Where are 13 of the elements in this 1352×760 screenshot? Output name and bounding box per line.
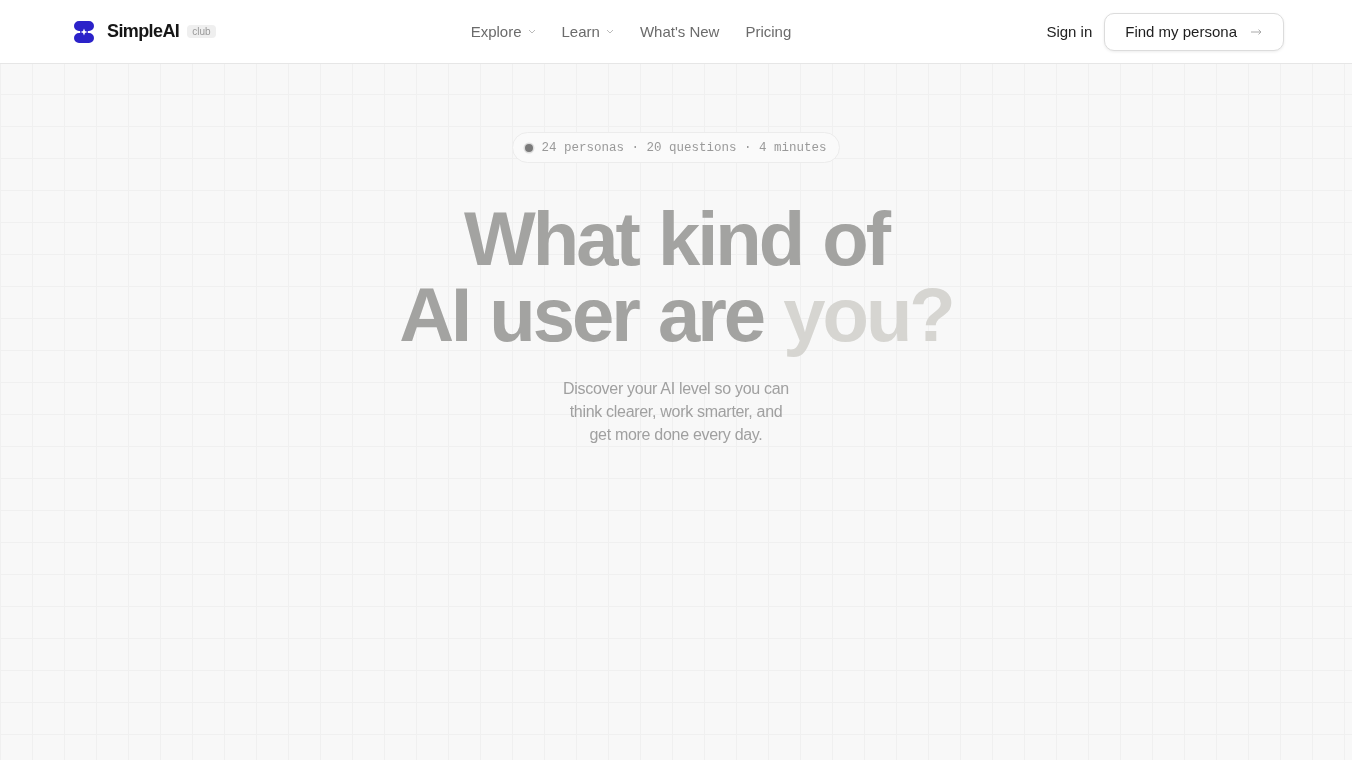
logo-icon[interactable] [74, 20, 94, 43]
sign-in-link[interactable]: Sign in [1046, 23, 1093, 40]
info-pill-text: 24 personas · 20 questions · 4 minutes [541, 140, 827, 155]
nav-link[interactable]: Pricing [745, 23, 792, 40]
nav-link[interactable]: What's New [639, 23, 720, 40]
arrow-icon [1251, 28, 1262, 35]
nav-link[interactable]: Explore [470, 23, 536, 40]
find-persona-button[interactable]: Find my persona [1104, 12, 1284, 51]
nav-link[interactable]: Learn [561, 23, 614, 40]
club-tag: club [187, 25, 216, 38]
dot-icon [523, 141, 536, 154]
brand-name[interactable]: SimpleAI [107, 21, 180, 42]
subtitle: Discover your AI level so you can think clearer, work smarter, and get more done every day. [562, 379, 790, 445]
